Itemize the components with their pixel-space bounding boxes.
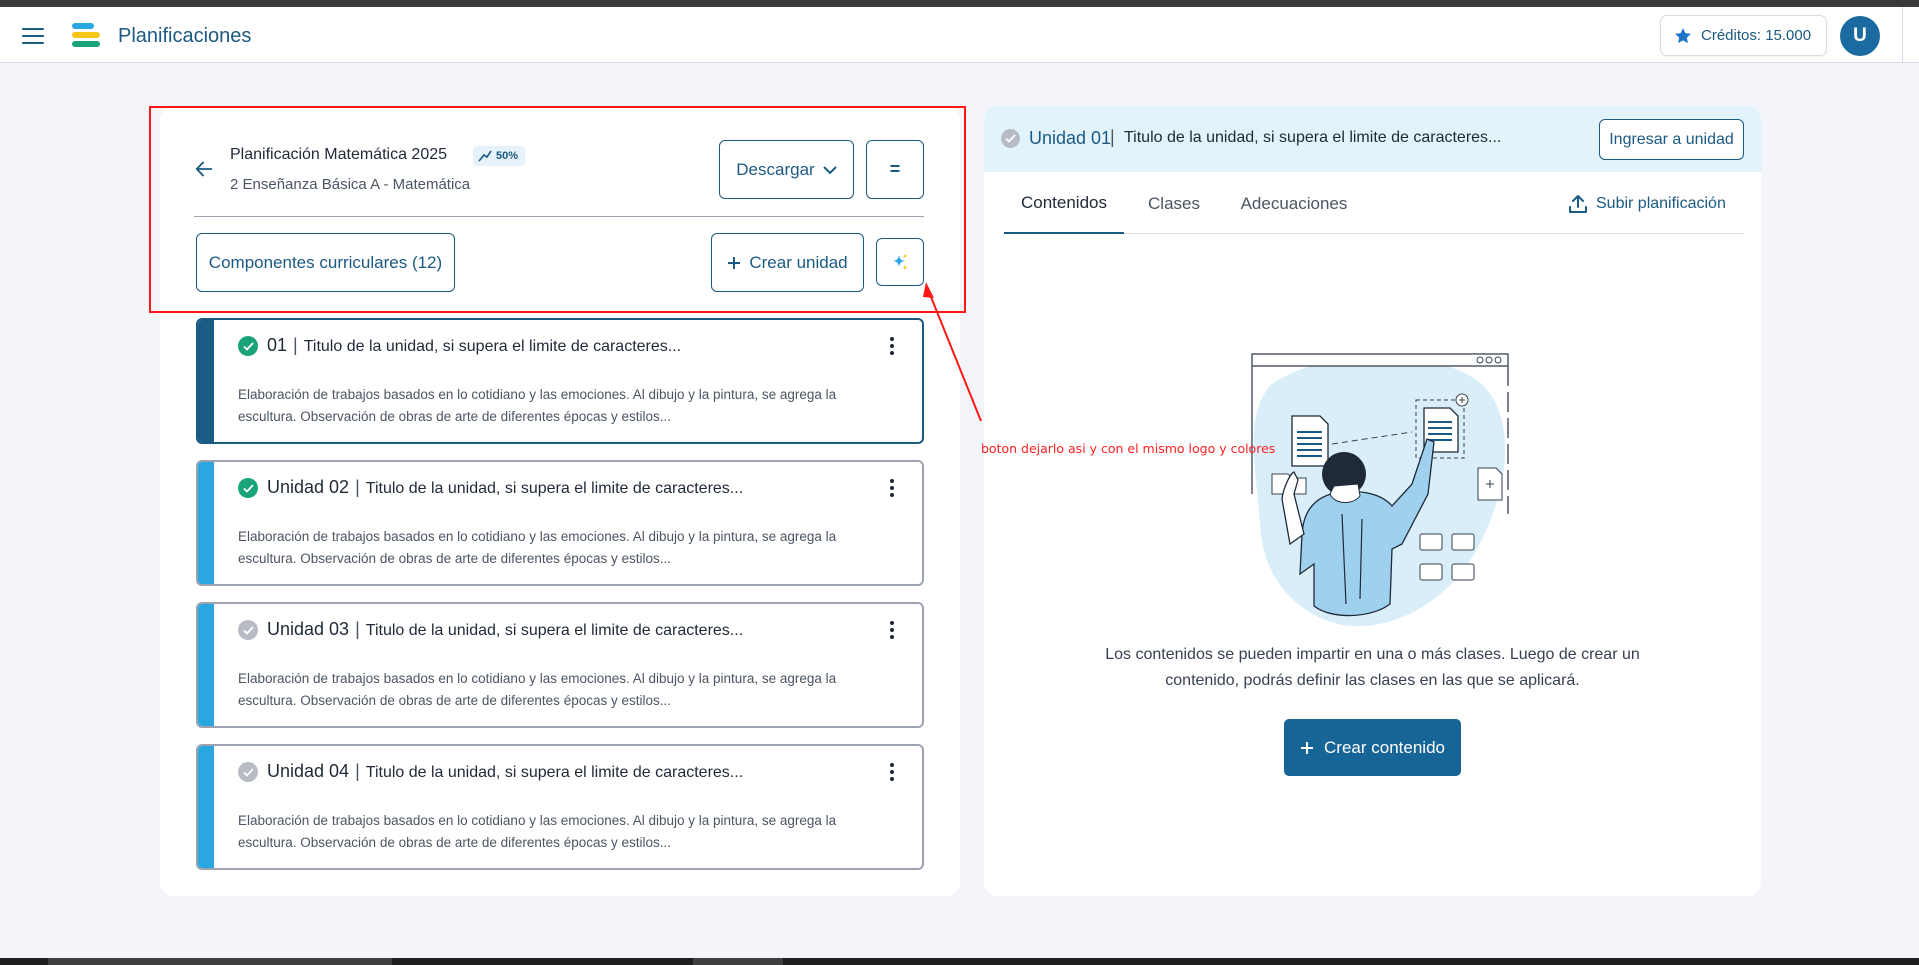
unit-header: Unidad 02 | Titulo de la unidad, si supera… [267, 477, 743, 498]
title-separator: | [293, 335, 298, 355]
unit-card[interactable]: Unidad 02 | Titulo de la unidad, si supera… [196, 460, 924, 586]
unit-title: Titulo de la unidad, si supera el limite… [365, 764, 744, 781]
unit-description: Elaboración de trabajos basados en lo co… [238, 387, 837, 424]
upload-icon [1569, 195, 1587, 213]
unit-title: Titulo de la unidad, si supera el limite… [303, 338, 682, 355]
app-title: Planificaciones [118, 25, 252, 47]
complete-check-icon [238, 478, 258, 498]
app-logo [72, 21, 102, 51]
unit-menu-icon[interactable] [884, 476, 900, 500]
create-content-button[interactable]: Crear contenido [1284, 719, 1461, 776]
top-bar: Planificaciones Créditos: 15.000 U [0, 7, 1919, 63]
annotation-note: boton dejarlo asi y con el mismo logo y … [981, 441, 1276, 456]
title-separator: | [355, 761, 360, 781]
title-separator: | [355, 619, 360, 639]
detail-unit-title: Titulo de la unidad, si supera el limite… [1124, 129, 1502, 146]
credits-button[interactable]: Créditos: 15.000 [1660, 15, 1827, 56]
unit-number: Unidad 04 [267, 761, 350, 781]
unit-description: Elaboración de trabajos basados en lo co… [238, 813, 837, 850]
unit-menu-icon[interactable] [884, 618, 900, 642]
unit-description: Elaboración de trabajos basados en lo co… [238, 529, 837, 566]
annotation-highlight-box [149, 106, 966, 313]
unit-card[interactable]: 01 | Titulo de la unidad, si supera el lim… [196, 318, 924, 444]
empty-state-text: Los contenidos se pueden impartir en una… [1105, 646, 1640, 689]
unit-detail-header: Unidad 01 | Titulo de la unidad, si supe… [984, 106, 1761, 172]
complete-check-icon [238, 336, 258, 356]
window-bottom-strip [0, 958, 1919, 965]
unit-status-bar [198, 604, 214, 726]
upload-label: Subir planificación [1596, 195, 1726, 212]
unit-status-bar [198, 746, 214, 868]
unit-card[interactable]: Unidad 04 | Titulo de la unidad, si supera… [196, 744, 924, 870]
detail-tabs: Contenidos Clases Adecuaciones Subir pla… [1004, 174, 1744, 234]
unit-title: Titulo de la unidad, si supera el limite… [365, 622, 744, 639]
unit-title: Titulo de la unidad, si supera el limite… [365, 480, 744, 497]
title-separator: | [1110, 127, 1115, 147]
unit-number: Unidad 02 [267, 477, 350, 497]
unit-card[interactable]: Unidad 03 | Titulo de la unidad, si supera… [196, 602, 924, 728]
empty-state-illustration [1251, 353, 1509, 627]
plus-icon [1301, 741, 1314, 754]
unit-header: Unidad 03 | Titulo de la unidad, si supera… [267, 619, 743, 640]
user-avatar[interactable]: U [1840, 16, 1880, 56]
pending-check-icon [1001, 129, 1020, 148]
tab-clases[interactable]: Clases [1124, 174, 1224, 234]
star-icon [1675, 27, 1691, 43]
unit-menu-icon[interactable] [884, 334, 900, 358]
window-top-strip [0, 0, 1919, 7]
upload-planning-button[interactable]: Subir planificación [1568, 174, 1726, 234]
enter-unit-button[interactable]: Ingresar a unidad [1599, 119, 1744, 160]
unit-description: Elaboración de trabajos basados en lo co… [238, 671, 837, 708]
tab-adecuaciones[interactable]: Adecuaciones [1224, 174, 1364, 234]
pending-check-icon [238, 762, 258, 782]
unit-detail-panel: Unidad 01 | Titulo de la unidad, si supe… [984, 106, 1761, 896]
topbar-edge [1902, 7, 1903, 63]
tab-contenidos[interactable]: Contenidos [1004, 174, 1124, 234]
title-separator: | [355, 477, 360, 497]
unit-status-bar [198, 320, 214, 442]
unit-number: 01 [267, 335, 288, 355]
unit-header: 01 | Titulo de la unidad, si supera el lim… [267, 335, 681, 356]
detail-unit-label: Unidad 01 [1029, 128, 1112, 148]
unit-header: Unidad 04 | Titulo de la unidad, si supera… [267, 761, 743, 782]
create-content-label: Crear contenido [1324, 737, 1445, 757]
unit-number: Unidad 03 [267, 619, 350, 639]
pending-check-icon [238, 620, 258, 640]
unit-menu-icon[interactable] [884, 760, 900, 784]
unit-status-bar [198, 462, 214, 584]
credits-label: Créditos: 15.000 [1701, 27, 1812, 44]
menu-icon[interactable] [22, 28, 44, 44]
